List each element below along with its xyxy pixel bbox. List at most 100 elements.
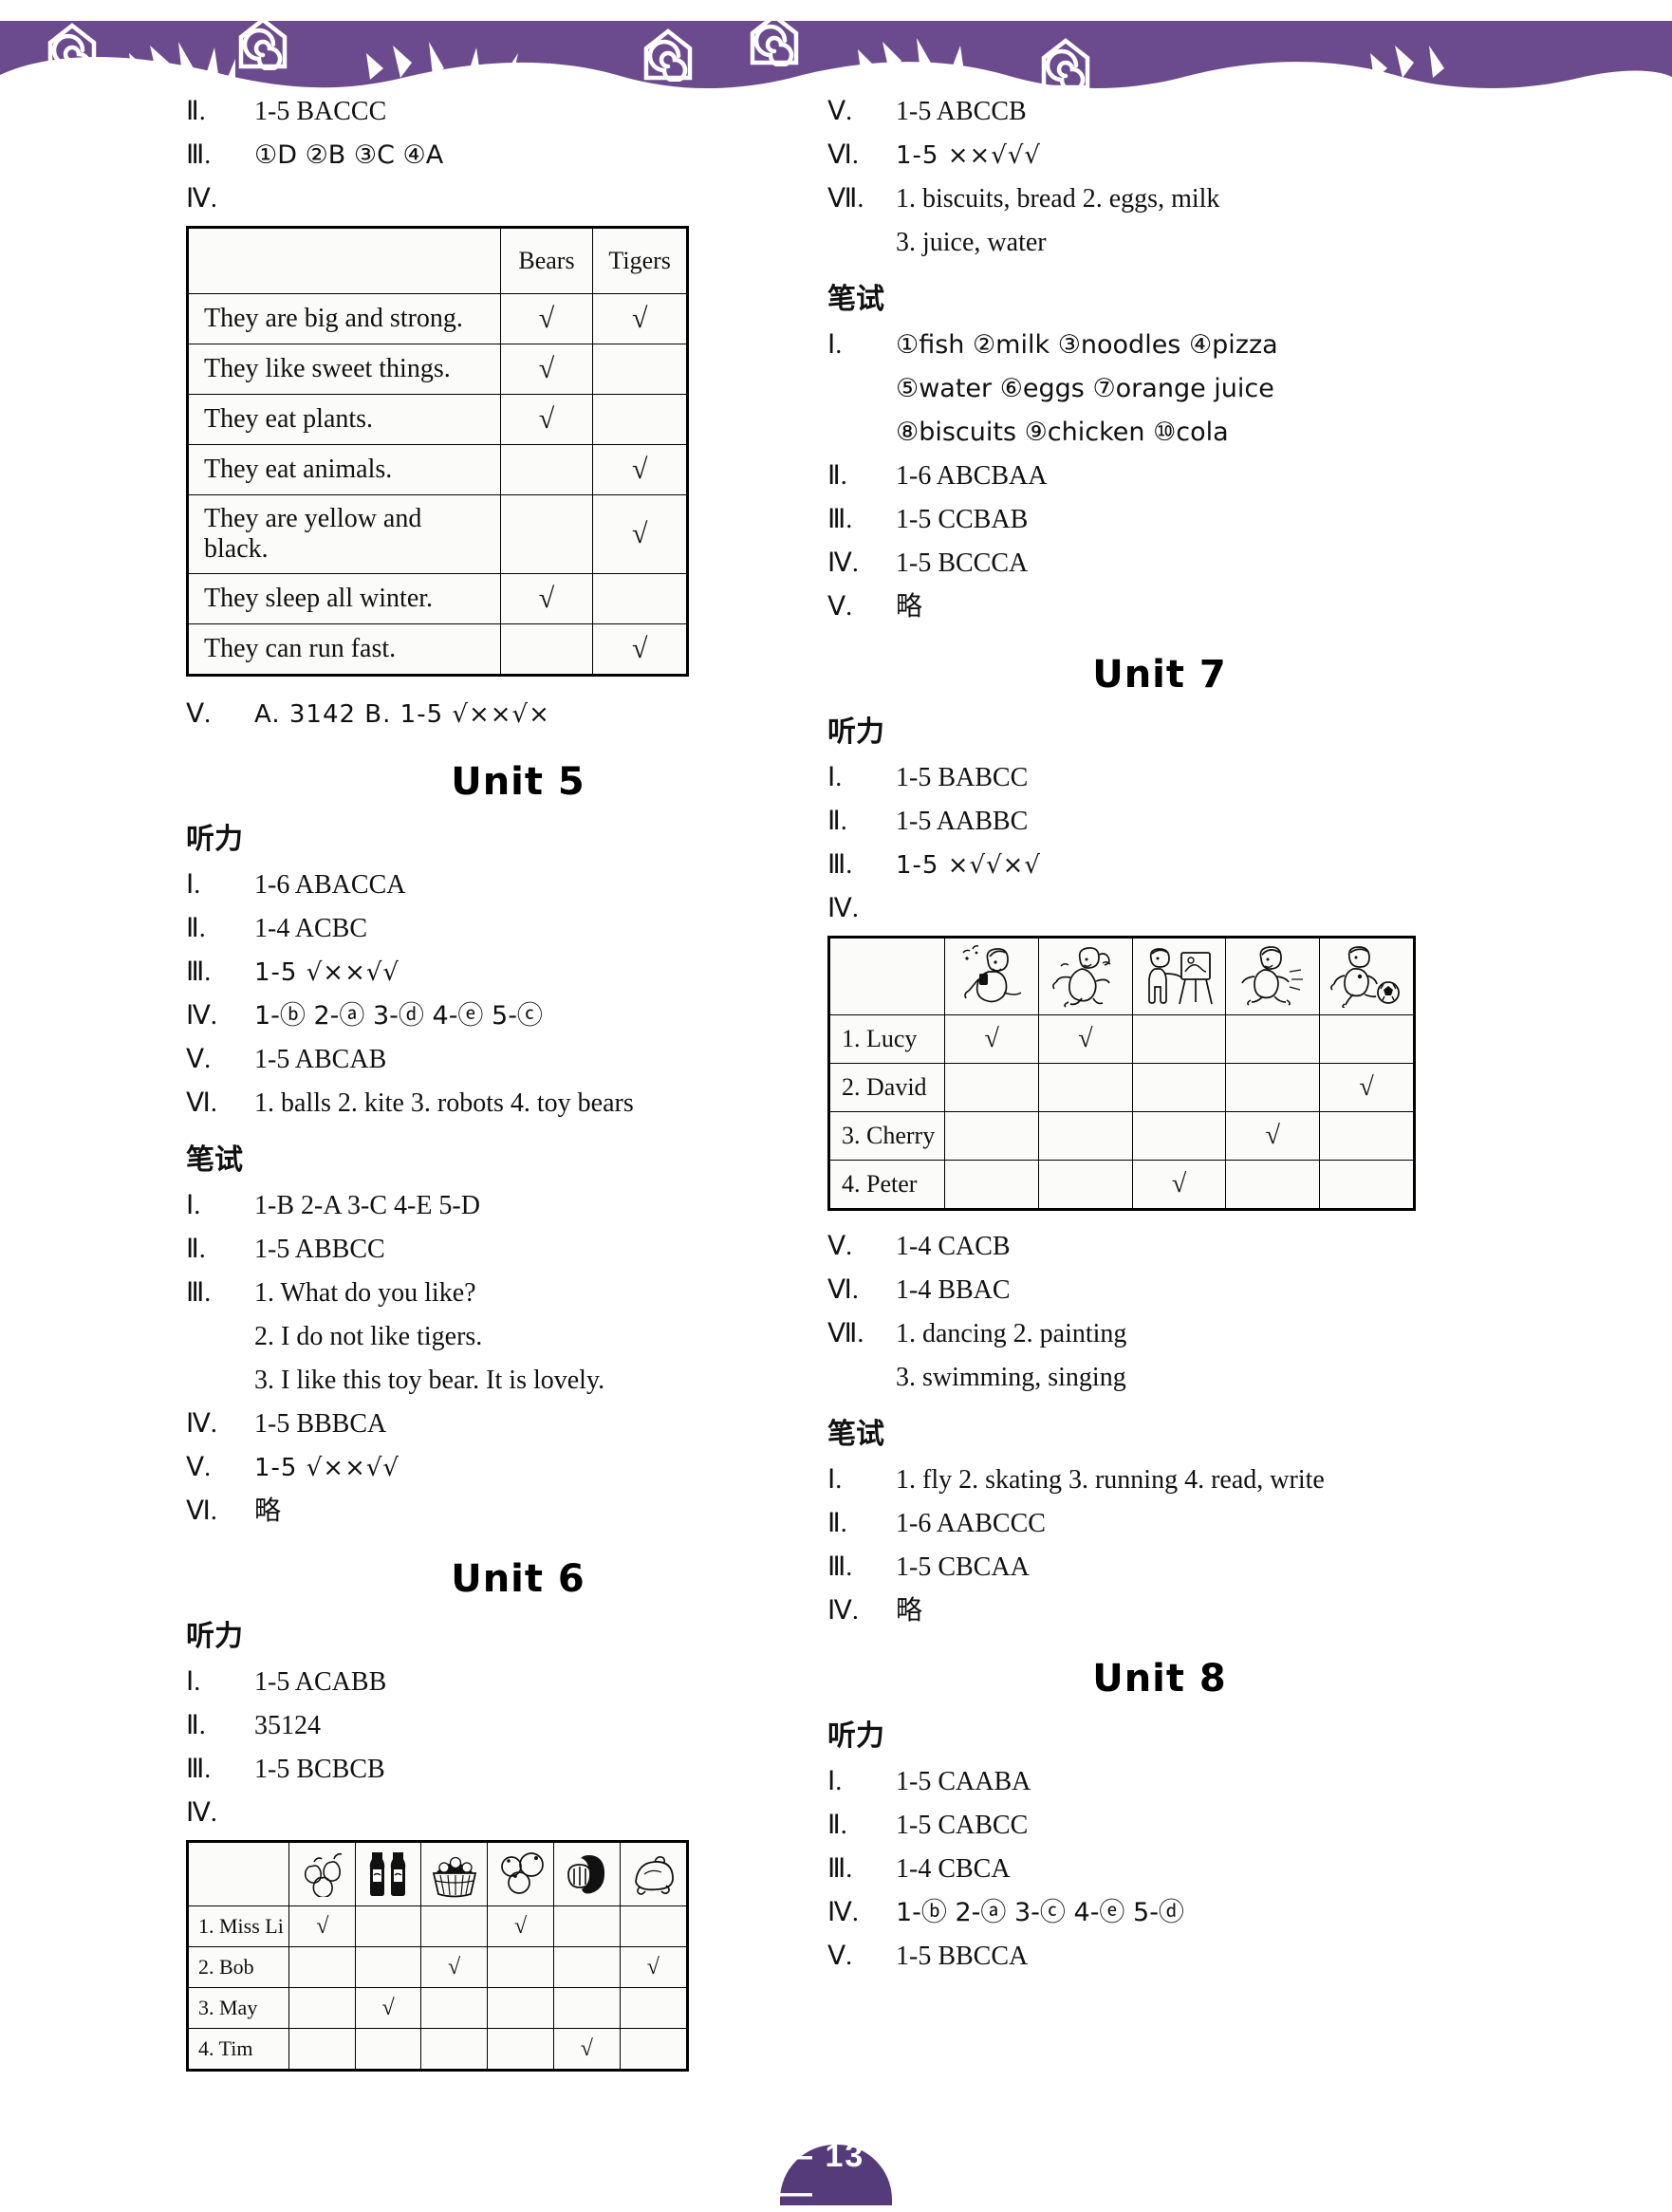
item-answer: ①fish ②milk ③noodles ④pizza <box>896 330 1278 360</box>
row-label: 2. David <box>827 1063 946 1112</box>
item-answer: 1-5 ×√√×√ <box>896 851 1042 880</box>
cell-mark: √ <box>355 1987 422 2029</box>
item-answer: 略 <box>896 1596 923 1626</box>
painting-boy-icon <box>1131 937 1227 1015</box>
answer-line: Ⅶ. 1. dancing 2. painting <box>827 1313 1492 1355</box>
page-content: Ⅱ. 1-5 BACCC Ⅲ. ①D ②B ③C ④A Ⅳ. Bears Tig… <box>0 91 1672 2122</box>
answer-line: Ⅲ. 1-5 CBCAA <box>827 1547 1492 1589</box>
answer-line: Ⅴ. 略 <box>827 586 1492 628</box>
item-answer: 1-4 BBAC <box>896 1275 1011 1305</box>
item-number: Ⅲ. <box>186 1278 212 1308</box>
unit5-written-label: 笔试 <box>186 1143 243 1177</box>
table-row: They can run fast. √ <box>187 623 688 676</box>
cell-mark <box>1038 1160 1133 1210</box>
answer-line: Ⅱ. 1-5 BACCC <box>186 91 850 133</box>
answer-line: Ⅱ. 1-6 ABCBAA <box>827 455 1492 497</box>
item-number: Ⅰ. <box>827 330 843 360</box>
answer-line: ⑤water ⑥eggs ⑦orange juice <box>827 368 1492 410</box>
item-answer: 1. What do you like? <box>254 1278 476 1308</box>
item-number: Ⅳ. <box>186 1409 217 1439</box>
answer-line: Ⅳ. <box>186 1793 850 1834</box>
sunburst-rays-icon <box>366 42 550 82</box>
answer-line: Ⅳ. 1-ⓑ 2-ⓐ 3-ⓓ 4-ⓔ 5-ⓒ <box>186 995 850 1037</box>
item-number: Ⅲ. <box>186 140 212 170</box>
answer-line: 3. juice, water <box>827 222 1492 264</box>
unit7-listening-list: Ⅰ. 1-5 BABCC Ⅱ. 1-5 AABBC Ⅲ. 1-5 ×√√×√ Ⅳ… <box>827 757 1492 930</box>
cell-mark <box>1038 1063 1133 1112</box>
cell-tigers <box>592 573 688 624</box>
table-row: They are yellow and black. √ <box>187 494 688 574</box>
item-answer: 1-5 ××√√√ <box>896 141 1042 170</box>
cell-tigers: √ <box>592 494 688 574</box>
item-number: Ⅵ. <box>827 140 859 170</box>
cell-mark <box>552 1946 621 1988</box>
item-answer: 1-5 ACABB <box>254 1667 387 1697</box>
item-number: Ⅲ. <box>186 1755 212 1784</box>
answer-line: Ⅳ. 1-ⓑ 2-ⓐ 3-ⓒ 4-ⓔ 5-ⓓ <box>827 1892 1492 1934</box>
item-number: Ⅳ. <box>186 184 217 214</box>
running-girl-icon-svg <box>1241 946 1304 1006</box>
table-row: 1. Lucy √ √ <box>827 1014 1415 1064</box>
item-answer: 1-5 √××√√ <box>254 1454 400 1482</box>
item-number: Ⅵ. <box>186 1496 217 1526</box>
bread-icon-svg <box>567 1855 605 1894</box>
table-row: They are big and strong. √ √ <box>187 293 688 344</box>
cell-mark <box>487 1946 554 1988</box>
item-answer: 1-ⓑ 2-ⓐ 3-ⓒ 4-ⓔ 5-ⓓ <box>896 1898 1184 1927</box>
item-number: Ⅵ. <box>827 1275 859 1305</box>
cell-mark <box>1225 1063 1321 1112</box>
row-label: 4. Peter <box>827 1160 946 1210</box>
item-number: Ⅴ. <box>827 1942 853 1971</box>
answer-line: 3. swimming, singing <box>827 1357 1492 1399</box>
unit6-title: Unit 6 <box>451 1557 585 1601</box>
unit8-listening-label: 听力 <box>827 1719 884 1753</box>
unit6-written-label: 笔试 <box>827 283 884 316</box>
cell-mark <box>420 1987 489 2029</box>
unit7-listening-label: 听力 <box>827 716 884 749</box>
item-number: Ⅰ. <box>186 1191 201 1220</box>
row-label: They eat animals. <box>187 444 501 495</box>
item-number: Ⅶ. <box>827 1319 864 1348</box>
house-spiral-icon <box>1041 38 1090 91</box>
house-spiral-icon <box>47 23 97 76</box>
item-answer: ①D ②B ③C ④A <box>254 140 444 170</box>
unit6-listening-label: 听力 <box>186 1620 243 1653</box>
item-answer: 1-5 BCCCA <box>896 548 1029 578</box>
answer-line: Ⅲ. 1-5 ×√√×√ <box>827 845 1492 886</box>
answer-line: Ⅴ. 1-5 ABCAB <box>186 1039 850 1081</box>
item-number: Ⅳ. <box>186 1001 217 1031</box>
answer-line: Ⅴ. 1-5 BBCCA <box>827 1936 1492 1978</box>
item-answer: 1-6 ABCBAA <box>896 461 1048 491</box>
cell-bears <box>499 444 594 495</box>
cell-mark: √ <box>619 1946 689 1988</box>
cell-bears: √ <box>499 293 594 344</box>
roast-chicken-icon-svg <box>635 1856 675 1895</box>
bears-tigers-table: Bears Tigers They are big and strong. √ … <box>186 226 689 677</box>
item-answer: 3. juice, water <box>896 228 1047 257</box>
answer-line: 2. I do not like tigers. <box>186 1316 850 1358</box>
house-spiral-icon <box>750 13 799 66</box>
bread-icon <box>552 1841 621 1906</box>
unit6-food-table: 1. Miss Li √ √ 2. Bob √ √ 3. May √ 4. Ti… <box>186 1840 689 2072</box>
cell-bears: √ <box>499 394 594 445</box>
item-answer: 略 <box>896 592 923 622</box>
item-answer: 略 <box>254 1496 282 1526</box>
item-answer: 2. I do not like tigers. <box>254 1322 483 1351</box>
answer-line: Ⅰ. 1-5 CAABA <box>827 1761 1492 1803</box>
column-header-tigers: Tigers <box>592 227 688 294</box>
item-answer: 1-5 BBCCA <box>896 1942 1029 1971</box>
table-row: They eat plants. √ <box>187 394 688 445</box>
answer-line: Ⅲ. 1-5 BCBCB <box>186 1749 850 1791</box>
item-answer: 1-5 CAABA <box>896 1767 1031 1796</box>
cell-mark <box>288 1987 357 2029</box>
unit5-listening-list: Ⅰ. 1-6 ABACCA Ⅱ. 1-4 ACBC Ⅲ. 1-5 √××√√ Ⅳ… <box>186 864 850 1125</box>
cell-mark <box>288 2028 357 2071</box>
item-answer: 1-5 BCBCB <box>254 1755 385 1784</box>
item-number: Ⅳ. <box>827 1898 859 1927</box>
item-number: Ⅶ. <box>827 184 864 214</box>
item-answer: ⑤water ⑥eggs ⑦orange juice <box>896 374 1274 403</box>
dancing-girl-icon <box>1038 937 1133 1015</box>
cell-mark <box>1131 1063 1227 1112</box>
oranges-icon-svg <box>500 1852 544 1894</box>
answer-line: Ⅵ. 1. balls 2. kite 3. robots 4. toy bea… <box>186 1083 850 1125</box>
